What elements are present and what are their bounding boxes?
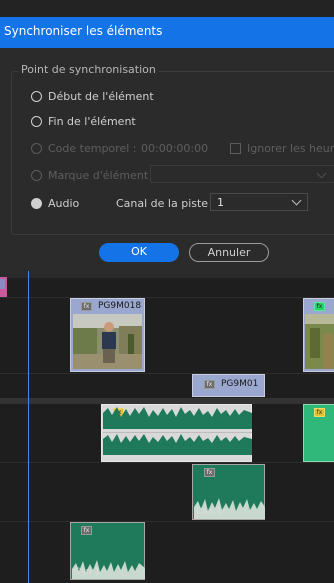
playhead[interactable] (28, 271, 29, 583)
fx-icon[interactable]: fx (81, 526, 92, 535)
ok-button[interactable]: OK (99, 243, 179, 262)
timecode-label: Code temporel : (48, 142, 137, 155)
ignore-hours-label: Ignorer les heures (247, 142, 334, 155)
audio-clip-channel-1-lower[interactable]: fx Can 1 (70, 522, 145, 580)
clip-start-radio[interactable] (31, 91, 42, 102)
chevron-down-icon (291, 195, 302, 206)
video-clip-right[interactable]: fx (303, 298, 334, 372)
clip-marker-radio[interactable] (31, 170, 42, 181)
chevron-down-icon (316, 168, 327, 179)
clip-marker-select[interactable] (150, 165, 334, 183)
audio-clip-channel-1[interactable]: fx Can 1 (192, 464, 265, 520)
clip-thumbnail (73, 314, 142, 369)
track-divider (0, 462, 334, 463)
clip-end-label: Fin de l'élément (48, 115, 136, 128)
clip-name: PG9M01 (221, 379, 259, 389)
track-divider (0, 373, 334, 374)
audio-radio[interactable] (31, 198, 42, 209)
sync-point-group-label: Point de synchronisation (18, 63, 159, 76)
channel-label: Can 1 (74, 567, 101, 577)
timecode-field[interactable]: 00:00:00:00 (141, 142, 208, 155)
audio-clip-right[interactable]: fx (303, 404, 334, 462)
fx-icon[interactable]: fx (314, 302, 325, 311)
video-clip-pg9m018[interactable]: fx PG9M018 (70, 298, 145, 372)
clip-end-radio[interactable] (31, 116, 42, 127)
video-clip-pg9m01[interactable]: fx PG9M01 (192, 374, 265, 397)
clip-thumbnail (305, 314, 334, 369)
fx-icon[interactable]: fx (314, 408, 325, 417)
clip-marker-label: Marque d'élément (48, 169, 149, 182)
track-channel-label: Canal de la piste (116, 197, 209, 210)
sequence-marker-inner (0, 279, 5, 289)
timeline-panel: fx PG9M018 fx fx PG9M01 fx fx Can 1 fx C… (0, 271, 334, 583)
dialog-title-bar: Synchroniser les éléments (0, 17, 334, 48)
fx-icon[interactable]: fx (81, 302, 92, 311)
track-divider (0, 297, 334, 298)
dialog-title: Synchroniser les éléments (4, 24, 163, 38)
channel-label: Can 1 (196, 507, 223, 517)
track-divider (0, 521, 334, 522)
cancel-button[interactable]: Annuler (189, 243, 269, 262)
timecode-radio[interactable] (31, 143, 42, 154)
clip-header: fx PG9M018 (71, 299, 144, 313)
clip-name: PG9M018 (98, 301, 142, 311)
time-ruler[interactable] (0, 271, 334, 278)
ignore-hours-checkbox[interactable] (230, 143, 241, 154)
synchronize-dialog: Synchroniser les éléments Point de synch… (0, 17, 334, 271)
fx-icon[interactable]: fx (204, 380, 215, 389)
fx-icon[interactable]: fx (204, 468, 215, 477)
clip-start-label: Début de l'élément (48, 90, 154, 103)
window-background (0, 0, 334, 17)
track-channel-value: 1 (217, 196, 224, 209)
audio-waveform (103, 407, 252, 455)
audio-clip-selected[interactable]: fx (101, 404, 252, 462)
audio-label: Audio (48, 197, 80, 210)
track-channel-select[interactable]: 1 (210, 193, 308, 211)
